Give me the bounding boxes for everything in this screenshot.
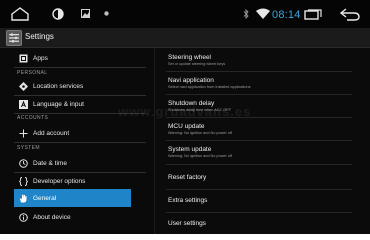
section-header-personal: PERSONAL: [17, 70, 48, 76]
dot-icon: [104, 11, 109, 16]
steering-icon[interactable]: [52, 8, 64, 20]
list-item-user-settings[interactable]: User settings: [168, 220, 368, 227]
bluetooth-icon: [243, 9, 249, 19]
divider: [14, 142, 146, 143]
list-item-title: Extra settings: [168, 197, 208, 204]
keyboard-icon: [18, 99, 28, 109]
list-item-mcu-update[interactable]: MCU update Warning: No ignition and No p…: [168, 123, 368, 135]
list-item-extra-settings[interactable]: Extra settings: [168, 197, 368, 204]
back-icon[interactable]: [340, 8, 360, 21]
sidebar-item-date-time[interactable]: Date & time: [0, 154, 155, 172]
braces-icon: [18, 176, 28, 186]
info-icon: [18, 212, 28, 222]
wifi-icon: [256, 8, 270, 19]
list-item-subtitle: Warning: No ignition and No power off: [168, 154, 232, 158]
settings-app-icon: [6, 30, 22, 46]
sidebar-item-label: General: [33, 194, 57, 202]
hand-icon: [18, 193, 28, 203]
section-header-system: SYSTEM: [17, 145, 40, 151]
page-title: Settings: [25, 32, 54, 41]
list-item-title: User settings: [168, 220, 206, 227]
list-item-title: Navi application: [168, 77, 214, 84]
location-icon: [18, 81, 28, 91]
title-bar: Settings: [0, 28, 370, 48]
list-item-subtitle: Select navi application from installed a…: [168, 85, 251, 89]
sidebar-item-label: Add account: [33, 129, 70, 137]
list-item-subtitle: Warning: No ignition and No power off: [168, 131, 232, 135]
list-item-navi-application[interactable]: Navi application Select navi application…: [168, 77, 368, 89]
status-bar: 08:14: [0, 0, 370, 28]
sidebar-item-developer-options[interactable]: Developer options: [0, 172, 155, 190]
sidebar-item-add-account[interactable]: Add account: [0, 124, 155, 142]
divider: [166, 164, 352, 165]
list-item-title: System update: [168, 146, 212, 153]
general-settings-list: Steering wheel Set or update steering wh…: [156, 48, 370, 234]
sidebar-item-label: About device: [33, 213, 71, 221]
divider: [166, 71, 352, 72]
divider: [166, 189, 352, 190]
settings-categories: Apps PERSONAL Location services Language…: [0, 48, 155, 234]
list-item-title: MCU update: [168, 123, 205, 130]
list-item-steering-wheel[interactable]: Steering wheel Set or update steering wh…: [168, 54, 368, 66]
list-item-reset-factory[interactable]: Reset factory: [168, 174, 368, 181]
list-item-title: Steering wheel: [168, 54, 211, 61]
sidebar-item-label: Apps: [33, 54, 48, 62]
plus-icon: [18, 128, 28, 138]
divider: [166, 94, 352, 95]
list-item-subtitle: Set or update steering wheel keys: [168, 62, 226, 66]
sidebar-item-about-device[interactable]: About device: [0, 208, 155, 226]
screen: 08:14 Settings Apps PERSONAL Location se…: [0, 0, 370, 234]
sidebar-item-label: Location services: [33, 82, 84, 90]
home-icon[interactable]: [10, 7, 30, 21]
list-item-system-update[interactable]: System update Warning: No ignition and N…: [168, 146, 368, 158]
clock-icon: [18, 158, 28, 168]
divider: [166, 140, 352, 141]
section-header-accounts: ACCOUNTS: [17, 115, 49, 121]
sidebar-item-label: Language & input: [33, 100, 84, 108]
divider: [166, 212, 352, 213]
clock: 08:14: [272, 9, 301, 21]
recents-icon[interactable]: [304, 9, 322, 20]
apps-icon: [18, 53, 28, 63]
list-item-title: Reset factory: [168, 174, 207, 181]
divider: [14, 67, 146, 68]
watermark: www.gruadvans.es: [118, 104, 252, 119]
sidebar-item-general[interactable]: General: [14, 189, 131, 207]
sidebar-item-label: Date & time: [33, 159, 67, 167]
sidebar-item-location[interactable]: Location services: [0, 77, 155, 95]
sidebar-item-apps[interactable]: Apps: [0, 49, 155, 67]
picture-icon: [81, 9, 90, 18]
sidebar-item-label: Developer options: [33, 177, 86, 185]
